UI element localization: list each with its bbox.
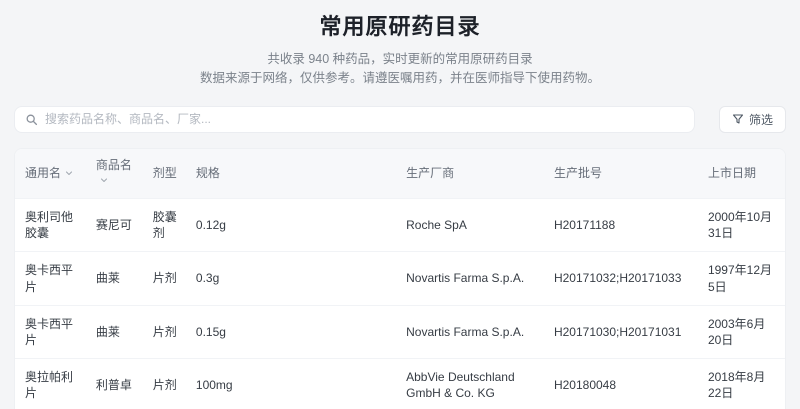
table-cell: 片剂 [142, 304, 186, 359]
table-cell: 曲莱 [85, 251, 143, 306]
column-header: 剂型 [142, 148, 186, 199]
table-cell: H20171032;H20171033 [543, 251, 698, 306]
column-header-label: 规格 [195, 165, 220, 180]
page-title: 常用原研药目录 [319, 14, 481, 39]
table-cell: 奥利司他胶囊 [15, 197, 86, 252]
table-cell: 曲莱 [85, 304, 143, 359]
table-row[interactable]: 奥卡西平片 曲莱 片剂 0.3g Novartis Farma S.p.A. H20171… [15, 251, 785, 306]
table-cell: 0.15g [185, 304, 397, 359]
table-cell: 奥卡西平片 [15, 251, 86, 306]
table-cell: H20171030;H20171031 [543, 304, 698, 359]
search-input[interactable] [45, 112, 684, 127]
table-header: 通用名 商品名剂型 规格 生产厂商 生产批号 上市日期 [15, 148, 785, 199]
table-cell: AbbVie Deutschland GmbH & Co. KG [396, 358, 544, 409]
table-cell: 0.3g [185, 251, 397, 306]
table-cell: 0.12g [185, 197, 397, 252]
table-cell: H20171188 [543, 197, 698, 252]
filter-button-label: 筛选 [748, 112, 773, 127]
funnel-icon [732, 113, 744, 125]
sort-chevron-icon[interactable] [96, 173, 109, 187]
subtitle-line-2: 数据来源于网络，仅供参考。请遵医嘱用药，并在医师指导下使用药物。 [199, 71, 600, 86]
table-cell: 2018年8月22日 [697, 358, 785, 409]
column-header-label: 生产厂商 [406, 165, 455, 180]
table-cell: 100mg [185, 358, 397, 409]
search-box[interactable] [14, 105, 695, 133]
table-cell: 片剂 [142, 251, 186, 306]
table-cell: 赛尼可 [85, 197, 143, 252]
table-row[interactable]: 奥卡西平片 曲莱 片剂 0.15g Novartis Farma S.p.A. H2017… [15, 304, 785, 359]
table-cell: Novartis Farma S.p.A. [396, 251, 544, 306]
column-header: 上市日期 [697, 148, 785, 199]
drug-table: 通用名 商品名剂型 规格 生产厂商 生产批号 上市日期 奥利司他胶囊 赛尼可 胶囊剂 0.12g… [15, 148, 785, 409]
column-header: 生产厂商 [396, 148, 544, 199]
search-icon [25, 113, 38, 126]
column-header-label: 通用名 [25, 165, 62, 180]
column-header[interactable]: 商品名 [85, 148, 143, 199]
table-header-row: 通用名 商品名剂型 规格 生产厂商 生产批号 上市日期 [15, 148, 785, 199]
table-cell: Roche SpA [396, 197, 544, 252]
table-cell: 利普卓 [85, 358, 143, 409]
subtitle-line-1: 共收录 940 种药品，实时更新的常用原研药目录 [267, 52, 533, 66]
table-cell: 1997年12月5日 [697, 251, 785, 306]
table-cell: 2003年6月20日 [697, 304, 785, 359]
table-cell: 奥拉帕利片 [15, 358, 86, 409]
column-header-label: 上市日期 [707, 165, 756, 180]
sort-chevron-icon[interactable] [61, 166, 74, 180]
column-header-label: 生产批号 [553, 165, 602, 180]
drug-catalog-page: 常用原研药目录 共收录 940 种药品，实时更新的常用原研药目录 数据来源于网络… [0, 0, 800, 409]
table-body: 奥利司他胶囊 赛尼可 胶囊剂 0.12g Roche SpA H20171188 2000年… [15, 197, 785, 409]
page-subtitle: 共收录 940 种药品，实时更新的常用原研药目录 数据来源于网络，仅供参考。请遵… [14, 50, 786, 89]
table-cell: 奥卡西平片 [15, 304, 86, 359]
toolbar: 筛选 [14, 105, 786, 133]
table-cell: 胶囊剂 [142, 197, 186, 252]
column-header[interactable]: 通用名 [15, 148, 86, 199]
filter-button[interactable]: 筛选 [718, 105, 786, 133]
table-cell: Novartis Farma S.p.A. [396, 304, 544, 359]
column-header-label: 剂型 [152, 165, 177, 180]
table-cell: 片剂 [142, 358, 186, 409]
table-row[interactable]: 奥拉帕利片 利普卓 片剂 100mg AbbVie Deutschland GmbH &… [15, 358, 785, 409]
column-header: 生产批号 [543, 148, 698, 199]
table-cell: H20180048 [543, 358, 698, 409]
drug-table-card: 通用名 商品名剂型 规格 生产厂商 生产批号 上市日期 奥利司他胶囊 赛尼可 胶囊剂 0.12g… [14, 147, 786, 409]
table-cell: 2000年10月31日 [697, 197, 785, 252]
table-row[interactable]: 奥利司他胶囊 赛尼可 胶囊剂 0.12g Roche SpA H20171188 2000年… [15, 197, 785, 252]
column-header-label: 商品名 [95, 157, 132, 172]
column-header: 规格 [185, 148, 397, 199]
page-header: 常用原研药目录 共收录 940 种药品，实时更新的常用原研药目录 数据来源于网络… [14, 0, 786, 89]
